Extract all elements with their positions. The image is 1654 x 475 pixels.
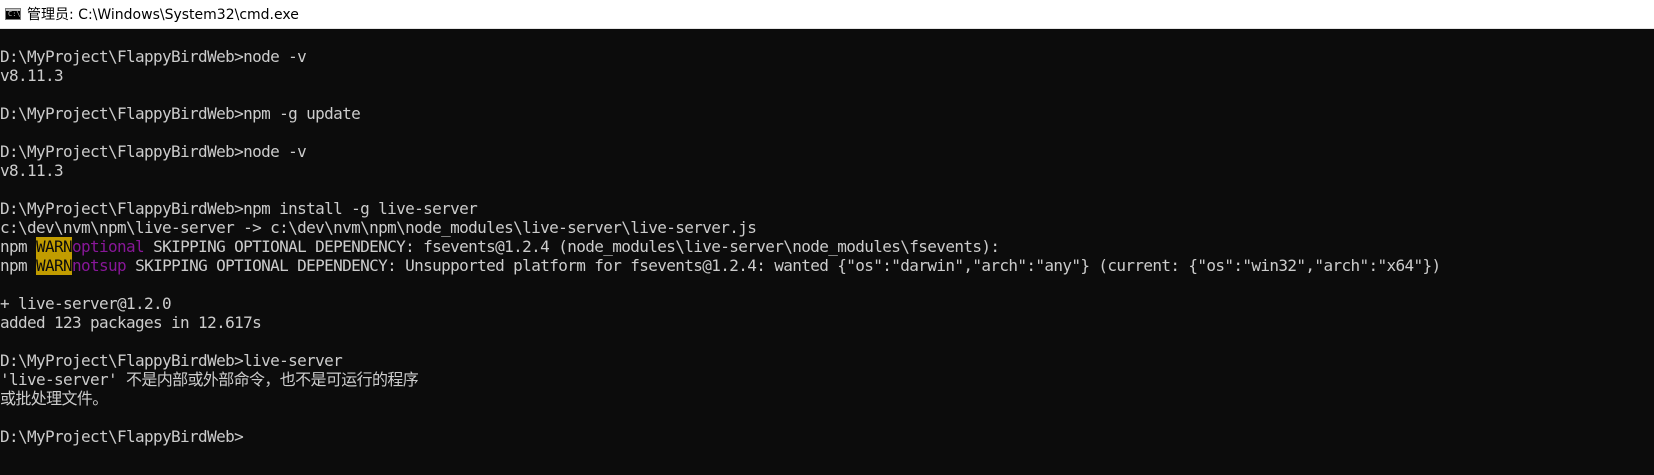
console-line: v8.11.3 xyxy=(0,66,64,85)
console-line: v8.11.3 xyxy=(0,161,64,180)
console-lines: D:\MyProject\FlappyBirdWeb>node -v v8.11.… xyxy=(0,29,1654,446)
console-line: 'live-server' 不是内部或外部命令，也不是可运行的程序 xyxy=(0,370,419,389)
console-line: D:\MyProject\FlappyBirdWeb> xyxy=(0,427,244,446)
warn-tag: optional xyxy=(72,237,145,256)
cmd-icon-glyph: C:\ xyxy=(8,10,21,18)
npm-prefix: npm xyxy=(0,237,37,256)
console-line: + live-server@1.2.0 xyxy=(0,294,172,313)
warn-tag: notsup xyxy=(72,256,127,275)
console-line: D:\MyProject\FlappyBirdWeb>npm -g update xyxy=(0,104,361,123)
cmd-icon[interactable]: C:\ xyxy=(5,8,21,20)
console-line: D:\MyProject\FlappyBirdWeb>npm install -… xyxy=(0,199,478,218)
console-line: D:\MyProject\FlappyBirdWeb>node -v xyxy=(0,142,307,161)
console-line: 或批处理文件。 xyxy=(0,389,108,408)
console-line: D:\MyProject\FlappyBirdWeb>live-server xyxy=(0,351,343,370)
npm-prefix: npm xyxy=(0,256,37,275)
warn-label: WARN xyxy=(36,256,73,275)
console-line: npm WARNoptional SKIPPING OPTIONAL DEPEN… xyxy=(0,237,1654,256)
console-output[interactable]: D:\MyProject\FlappyBirdWeb>node -v v8.11.… xyxy=(0,29,1654,475)
console-line: added 123 packages in 12.617s xyxy=(0,313,262,332)
console-line: npm WARNnotsup SKIPPING OPTIONAL DEPENDE… xyxy=(0,256,1654,275)
warn-label: WARN xyxy=(36,237,73,256)
warn-message: SKIPPING OPTIONAL DEPENDENCY: fsevents@1… xyxy=(144,237,1000,256)
cmd-window: C:\ 管理员: C:\Windows\System32\cmd.exe D:\… xyxy=(0,0,1654,475)
console-line: c:\dev\nvm\npm\live-server -> c:\dev\nvm… xyxy=(0,218,757,237)
title-bar[interactable]: C:\ 管理员: C:\Windows\System32\cmd.exe xyxy=(0,0,1654,29)
window-title: 管理员: C:\Windows\System32\cmd.exe xyxy=(27,7,299,23)
console-line: D:\MyProject\FlappyBirdWeb>node -v xyxy=(0,47,307,66)
warn-message: SKIPPING OPTIONAL DEPENDENCY: Unsupporte… xyxy=(126,256,1441,275)
